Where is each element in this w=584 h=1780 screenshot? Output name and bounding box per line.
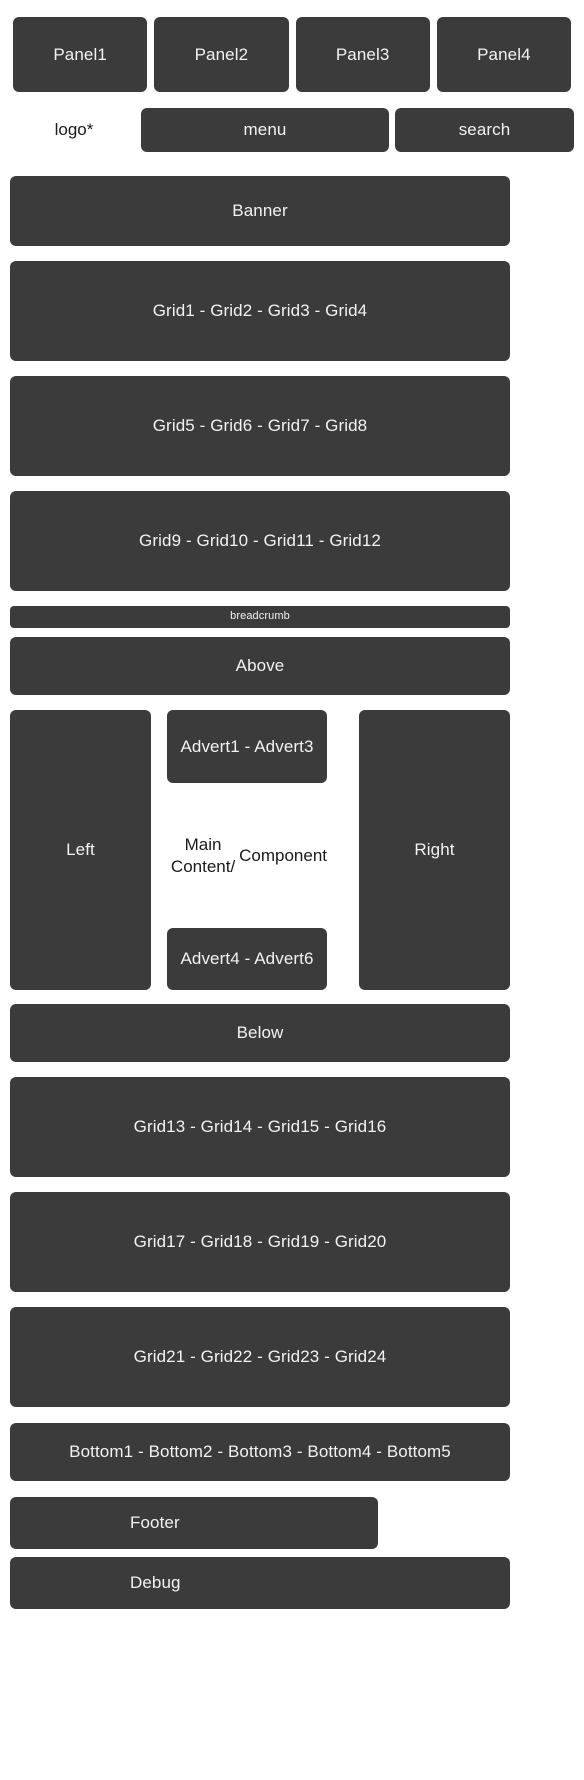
below-row: Below [0,1004,584,1062]
position-grid-5-8[interactable]: Grid5 - Grid6 - Grid7 - Grid8 [10,376,510,476]
grid-row-1: Grid1 - Grid2 - Grid3 - Grid4 [0,261,584,361]
grid-row-3: Grid9 - Grid10 - Grid11 - Grid12 [0,491,584,591]
position-left[interactable]: Left [10,710,151,990]
grid-row-2: Grid5 - Grid6 - Grid7 - Grid8 [0,376,584,476]
grid-row-5: Grid17 - Grid18 - Grid19 - Grid20 [0,1192,584,1292]
position-panel4[interactable]: Panel4 [436,17,571,92]
main-content-line-1: Main Content/ [170,835,236,876]
main-center-column: Advert1 - Advert3 Main Content/ Componen… [151,710,343,990]
position-bottom-1-5[interactable]: Bottom1 - Bottom2 - Bottom3 - Bottom4 - … [10,1423,510,1481]
position-logo: logo* [54,120,94,140]
topbar-row: logo* menu search [0,92,584,152]
position-footer[interactable]: Footer [10,1497,378,1549]
debug-row: Debug [0,1557,584,1609]
position-grid-13-16[interactable]: Grid13 - Grid14 - Grid15 - Grid16 [10,1077,510,1177]
breadcrumb-row: breadcrumb [0,606,584,628]
position-banner[interactable]: Banner [10,176,510,246]
position-above[interactable]: Above [10,637,510,695]
position-grid-17-20[interactable]: Grid17 - Grid18 - Grid19 - Grid20 [10,1192,510,1292]
position-panel2[interactable]: Panel2 [154,17,289,92]
position-grid-1-4[interactable]: Grid1 - Grid2 - Grid3 - Grid4 [10,261,510,361]
grid-row-4: Grid13 - Grid14 - Grid15 - Grid16 [0,1077,584,1177]
bottom-row: Bottom1 - Bottom2 - Bottom3 - Bottom4 - … [0,1423,584,1481]
position-below[interactable]: Below [10,1004,510,1062]
panels-row: Panel1 Panel2 Panel3 Panel4 [0,0,584,92]
main-content-component: Main Content/ Component [167,783,327,928]
position-right[interactable]: Right [359,710,510,990]
position-debug[interactable]: Debug [10,1557,510,1609]
position-advert-1-3[interactable]: Advert1 - Advert3 [167,710,327,783]
position-grid-9-12[interactable]: Grid9 - Grid10 - Grid11 - Grid12 [10,491,510,591]
footer-row: Footer [0,1497,584,1549]
grid-row-6: Grid21 - Grid22 - Grid23 - Grid24 [0,1307,584,1407]
above-row: Above [0,637,584,695]
position-search[interactable]: search [395,108,574,152]
banner-row: Banner [0,176,584,246]
main-content-line-2: Component [239,845,327,865]
position-grid-21-24[interactable]: Grid21 - Grid22 - Grid23 - Grid24 [10,1307,510,1407]
breadcrumb[interactable]: breadcrumb [10,606,510,628]
template-position-map: Panel1 Panel2 Panel3 Panel4 logo* menu s… [0,0,584,1609]
position-panel3[interactable]: Panel3 [295,17,430,92]
position-advert-4-6[interactable]: Advert4 - Advert6 [167,928,327,990]
position-menu[interactable]: menu [141,108,389,152]
main-columns: Left Advert1 - Advert3 Main Content/ Com… [0,710,584,990]
position-panel1[interactable]: Panel1 [13,17,148,92]
